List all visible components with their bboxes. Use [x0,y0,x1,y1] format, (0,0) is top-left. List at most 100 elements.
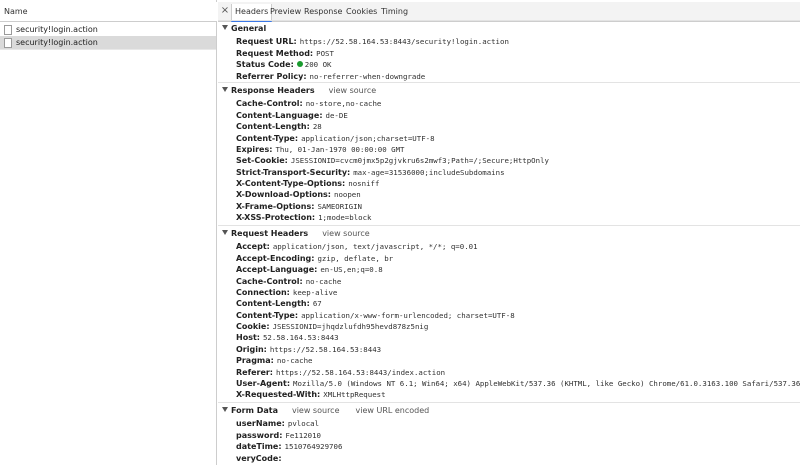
header-key: Request Method: [236,48,314,58]
response-headers-section-row: X-Content-Type-Options: nosniff [236,178,379,189]
header-key: Cookie: [236,322,270,332]
request-headers-section-row: Origin: https://52.58.164.53:8443 [236,344,381,355]
header-value: Fe112010 [285,430,322,440]
close-icon[interactable]: × [220,6,230,16]
view-url-encoded-link[interactable]: view URL encoded [356,406,430,415]
view-source-link[interactable]: view source [292,406,340,415]
form-data-section-divider [218,402,800,403]
header-value: 1;mode=block [318,213,372,223]
header-key: Content-Type: [236,310,299,320]
header-value: no-referrer-when-downgrade [309,71,426,81]
header-value: application/x-www-form-urlencoded; chars… [301,310,515,320]
header-value: XMLHttpRequest [323,390,386,400]
status-dot-icon [296,61,303,68]
header-value: gzip, deflate, br [317,253,394,263]
request-headers-section-header[interactable]: Request Headers view source [222,229,370,240]
response-headers-section-divider [218,82,800,83]
header-value: https://52.58.164.53:8443/index.action [276,367,446,377]
general-section-header[interactable]: General [222,24,266,35]
form-data-section-row: userName: pvlocal [236,418,319,429]
request-details-panel: × Headers Preview Response Cookies Timin… [218,0,800,465]
form-data-section-row: veryCode: [236,453,285,464]
tab-timing[interactable]: Timing [381,7,408,16]
request-list-panel: Name security!login.action security!logi… [0,0,217,465]
request-headers-section-row: Accept: application/json, text/javascript… [236,241,478,252]
general-section-row: Status Code: 200 OK [236,59,331,70]
header-key: Cache-Control: [236,276,303,286]
response-headers-section-header[interactable]: Response Headers view source [222,86,376,97]
details-tab-bar: × Headers Preview Response Cookies Timin… [218,2,800,22]
header-value: Thu, 01-Jan-1970 00:00:00 GMT [275,144,405,154]
header-key: X-Content-Type-Options: [236,179,346,189]
expand-triangle-icon[interactable] [222,87,228,92]
header-value: SAMEORIGIN [317,201,362,211]
header-key: veryCode: [236,453,282,463]
request-headers-section-row: X-Requested-With: XMLHttpRequest [236,389,386,400]
header-key: Pragma: [236,356,274,366]
view-source-link[interactable]: view source [322,229,370,238]
response-headers-section-row: X-XSS-Protection: 1;mode=block [236,212,372,223]
form-data-section-header[interactable]: Form Data view source view URL encoded [222,406,429,417]
form-data-section-row: dateTime: 1510764929706 [236,441,342,452]
header-value: 200 OK [304,60,332,70]
header-value: max-age=31536000;includeSubdomains [353,167,505,177]
list-divider [0,49,216,50]
request-headers-section-row: Pragma: no-cache [236,355,312,366]
header-value: 67 [312,299,322,309]
header-value: https://52.58.164.53:8443 [269,344,382,354]
tab-response[interactable]: Response [304,7,342,16]
form-data-section-row: password: Fe112010 [236,430,321,441]
header-key: Expires: [236,144,273,154]
request-headers-section-row: User-Agent: Mozilla/5.0 (Windows NT 6.1; … [236,378,800,389]
header-key: Cache-Control: [236,99,303,109]
request-headers-section-row: Cookie: JSESSIONID=jhqdzlufdh95hevd878z5n… [236,321,428,332]
header-value: pvlocal [287,419,320,429]
request-headers-section-row: Host: 52.58.164.53:8443 [236,332,339,343]
header-value: no-cache [276,356,313,366]
response-headers-section-row: Content-Length: 28 [236,121,322,132]
name-column-header[interactable]: Name [0,2,217,22]
request-headers-section-row: Referer: https://52.58.164.53:8443/index.… [236,367,445,378]
expand-triangle-icon[interactable] [222,230,228,235]
document-icon [4,25,12,35]
header-key: Set-Cookie: [236,156,288,166]
expand-triangle-icon[interactable] [222,25,228,30]
response-headers-section-row: X-Frame-Options: SAMEORIGIN [236,201,362,212]
header-key: Origin: [236,344,267,354]
general-section-title: General [231,24,267,33]
expand-triangle-icon[interactable] [222,407,228,412]
request-row-selected[interactable]: security!login.action [0,36,216,49]
header-value: keep-alive [292,287,338,297]
tab-cookies[interactable]: Cookies [346,7,377,16]
header-key: Content-Language: [236,110,323,120]
header-value: https://52.58.164.53:8443/security!login… [299,37,509,47]
general-section-row: Referrer Policy: no-referrer-when-downgra… [236,71,425,82]
header-key: X-Requested-With: [236,390,321,400]
header-value: 52.58.164.53:8443 [262,333,339,343]
response-headers-section-row: Content-Type: application/json;charset=UT… [236,133,435,144]
header-key: Content-Length: [236,299,310,309]
request-name: security!login.action [16,25,98,34]
header-key: Request URL: [236,37,297,47]
header-key: Connection: [236,287,290,297]
header-value: Mozilla/5.0 (Windows NT 6.1; Win64; x64)… [293,378,800,388]
general-section-divider [218,20,800,21]
header-key: Referrer Policy: [236,71,307,81]
response-headers-section-row: Content-Language: de-DE [236,110,348,121]
header-key: X-Frame-Options: [236,201,315,211]
header-value: POST [316,48,334,58]
general-section-row: Request Method: POST [236,48,334,59]
response-headers-section-row: Strict-Transport-Security: max-age=315360… [236,167,505,178]
tab-preview[interactable]: Preview [270,7,301,16]
request-headers-section-row: Connection: keep-alive [236,287,337,298]
header-value: JSESSIONID=cvcm0jmx5p2gjvkru6s2mwf3;Path… [290,156,549,166]
request-row[interactable]: security!login.action [0,23,216,36]
header-key: dateTime: [236,442,282,452]
header-value: noopen [334,190,361,200]
header-key: User-Agent: [236,378,291,388]
view-source-link[interactable]: view source [329,86,377,95]
header-key: X-XSS-Protection: [236,213,316,223]
header-value: no-store,no-cache [305,99,382,109]
header-key: Strict-Transport-Security: [236,167,351,177]
request-headers-section-row: Content-Type: application/x-www-form-urle… [236,310,515,321]
